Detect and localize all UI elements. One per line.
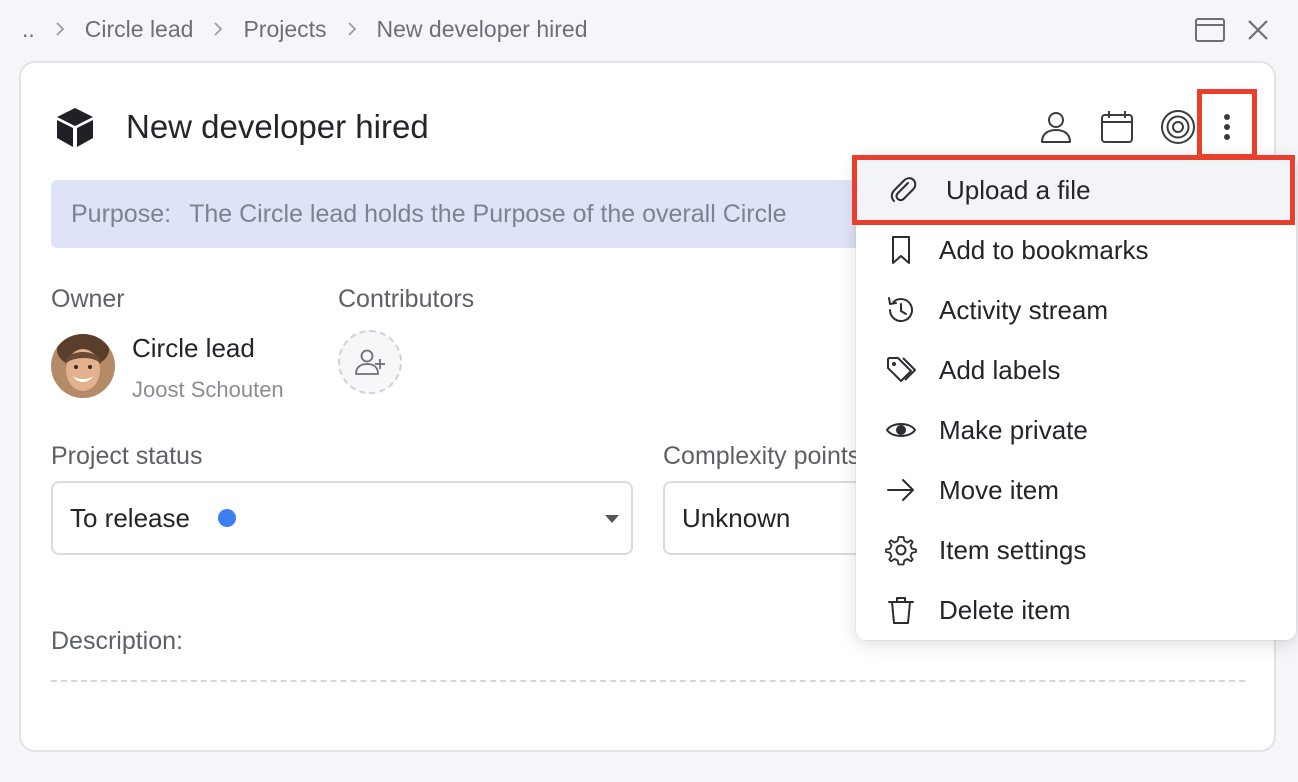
more-vertical-icon	[1224, 114, 1230, 140]
menu-item-delete-item[interactable]: Delete item	[856, 580, 1296, 640]
project-cube-icon	[53, 105, 97, 149]
contributors-label: Contributors	[338, 285, 475, 313]
avatar[interactable]	[51, 334, 115, 398]
menu-item-label: Move item	[939, 474, 1059, 505]
status-dot	[217, 509, 236, 527]
menu-item-make-private[interactable]: Make private	[856, 400, 1296, 460]
purpose-label: Purpose:	[71, 199, 172, 228]
add-contributor-button[interactable]	[338, 330, 402, 394]
calendar-icon	[1101, 111, 1133, 143]
menu-item-item-settings[interactable]: Item settings	[856, 520, 1296, 580]
menu-item-label: Upload a file	[946, 174, 1091, 205]
breadcrumb-item-current: New developer hired	[376, 15, 588, 42]
breadcrumb-root[interactable]: ..	[22, 16, 35, 43]
trash-icon	[884, 593, 918, 627]
breadcrumb-item-projects[interactable]: Projects	[243, 16, 326, 43]
chevron-right-icon	[45, 14, 75, 44]
more-options-menu: Upload a file Add to bookmarks Activity …	[856, 156, 1296, 640]
description-label: Description:	[51, 627, 183, 655]
page-title: New developer hired	[126, 108, 429, 145]
paperclip-icon	[886, 173, 920, 207]
description-input[interactable]	[51, 680, 1245, 682]
owner-role[interactable]: Circle lead	[132, 333, 255, 364]
due-date-button[interactable]	[1097, 107, 1137, 147]
target-button[interactable]	[1158, 107, 1198, 147]
eye-icon	[884, 413, 918, 447]
purpose-banner: Purpose: The Circle lead holds the Purpo…	[51, 180, 871, 248]
arrow-right-icon	[884, 473, 918, 507]
menu-item-label: Make private	[939, 414, 1088, 445]
user-icon	[1041, 112, 1071, 143]
menu-item-add-labels[interactable]: Add labels	[856, 340, 1296, 400]
window-toggle-button[interactable]	[1193, 13, 1227, 47]
close-button[interactable]	[1241, 13, 1275, 47]
close-icon	[1248, 20, 1268, 40]
top-bar: .. Circle lead Projects New developer hi…	[0, 0, 1298, 58]
menu-item-label: Item settings	[939, 534, 1087, 565]
history-icon	[884, 293, 918, 327]
menu-item-label: Activity stream	[939, 294, 1109, 325]
complexity-value: Unknown	[682, 502, 791, 533]
bookmark-icon	[884, 233, 918, 267]
breadcrumb: .. Circle lead Projects New developer hi…	[22, 14, 587, 44]
project-status-label: Project status	[51, 442, 203, 470]
menu-item-label: Add labels	[939, 354, 1061, 385]
owner-person: Joost Schouten	[132, 377, 284, 402]
purpose-text: The Circle lead holds the Purpose of the…	[189, 199, 787, 228]
project-status-value: To release	[70, 502, 190, 533]
complexity-label: Complexity points	[663, 442, 861, 470]
gear-icon	[884, 533, 918, 567]
chevron-right-icon	[203, 14, 233, 44]
assign-user-button[interactable]	[1036, 107, 1076, 147]
more-options-button[interactable]	[1207, 107, 1247, 147]
tags-icon	[884, 353, 918, 387]
menu-item-add-bookmarks[interactable]: Add to bookmarks	[856, 220, 1296, 280]
breadcrumb-item-circle-lead[interactable]: Circle lead	[85, 16, 194, 43]
add-user-icon	[355, 349, 385, 375]
project-status-select[interactable]: To release	[51, 481, 633, 555]
menu-item-move-item[interactable]: Move item	[856, 460, 1296, 520]
window-icon	[1195, 18, 1225, 42]
menu-item-upload-file[interactable]: Upload a file	[856, 160, 1296, 220]
owner-label: Owner	[51, 285, 125, 313]
caret-down-icon	[605, 515, 619, 523]
menu-item-label: Delete item	[939, 594, 1071, 625]
menu-item-activity-stream[interactable]: Activity stream	[856, 280, 1296, 340]
chevron-right-icon	[337, 14, 367, 44]
menu-item-label: Add to bookmarks	[939, 234, 1149, 265]
target-icon	[1161, 110, 1195, 144]
